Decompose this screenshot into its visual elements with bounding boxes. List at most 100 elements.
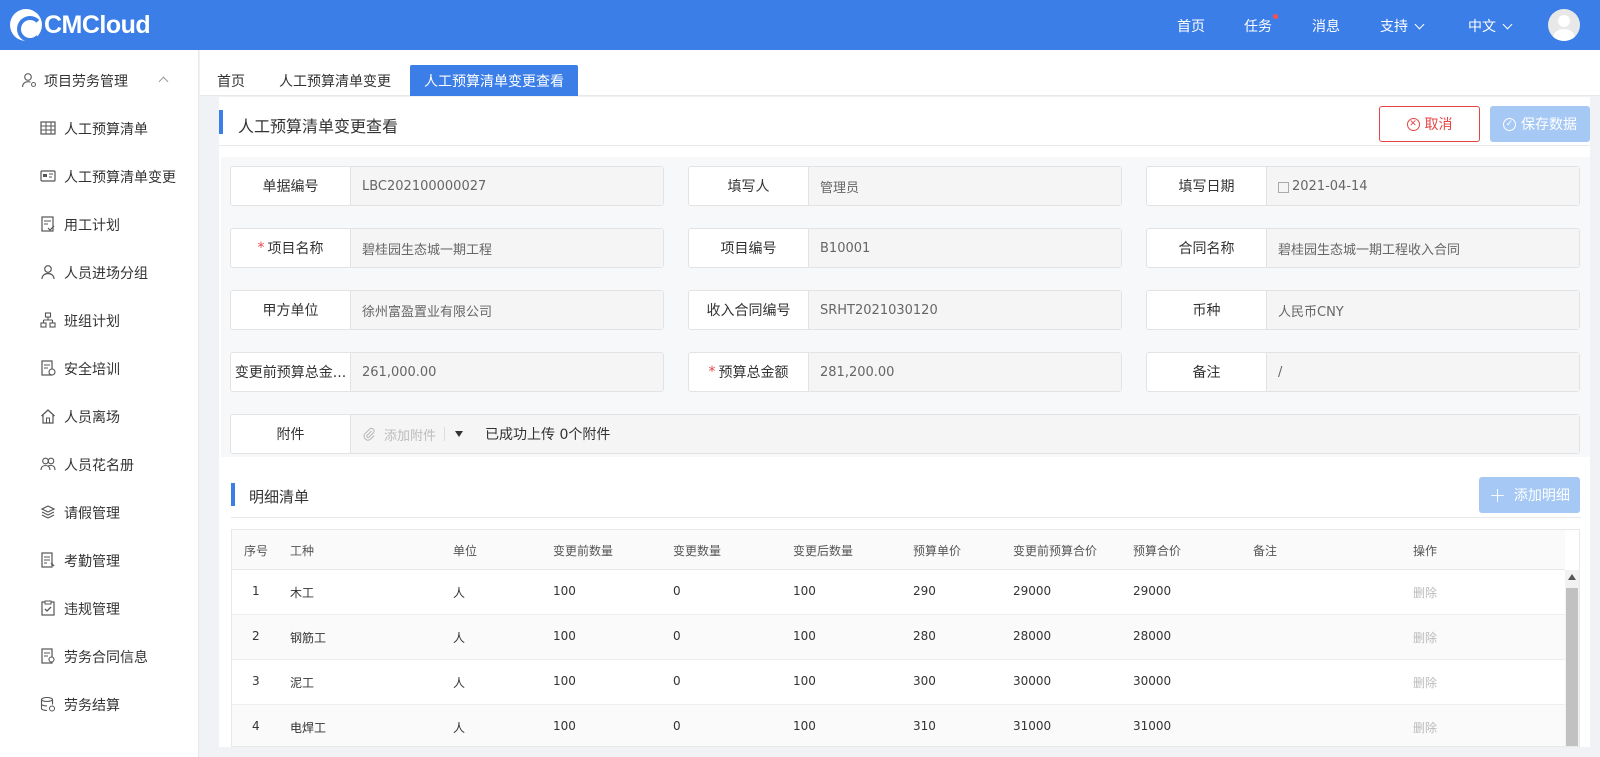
cell-prev-qty: 100	[553, 674, 576, 688]
remark-value[interactable]: /	[1267, 353, 1579, 391]
sidebar-item-entry-group[interactable]: 人员进场分组	[0, 252, 199, 292]
nav-language[interactable]: 中文	[1468, 16, 1513, 36]
date-value[interactable]: 2021-04-14	[1267, 167, 1579, 205]
writer-value[interactable]: 管理员	[809, 167, 1121, 205]
sidebar-item-attendance[interactable]: 考勤管理	[0, 540, 199, 580]
cell-price: 310	[913, 719, 936, 733]
column-header: 操作	[1413, 544, 1438, 558]
sidebar-group-label: 项目劳务管理	[44, 74, 128, 90]
sidebar-item-label: 考勤管理	[64, 554, 120, 570]
sidebar-item-label: 人工预算清单	[64, 122, 148, 138]
field-label: 变更前预算总金...	[231, 353, 351, 391]
cell-type: 泥工	[290, 676, 315, 690]
required-mark: *	[257, 240, 265, 256]
user-icon	[41, 265, 55, 280]
doc-list-icon	[41, 552, 55, 568]
add-detail-button[interactable]: + 添加明细	[1479, 477, 1580, 513]
table-row: 3 泥工 人 100 0 100 300 30000 30000 删除	[232, 660, 1565, 705]
sidebar-item-violations[interactable]: 违规管理	[0, 588, 199, 628]
section-divider	[231, 517, 1581, 518]
tab-budget-change[interactable]: 人工预算清单变更	[279, 65, 391, 96]
cell-prev-total: 28000	[1013, 629, 1052, 643]
chevron-down-icon	[1414, 19, 1425, 30]
tab-budget-change-view[interactable]: 人工预算清单变更查看	[410, 65, 578, 96]
add-attachment-label: 添加附件	[384, 428, 437, 444]
grid-icon	[40, 121, 56, 135]
budget-total-value[interactable]: 281,200.00	[809, 353, 1121, 391]
table-header: 序号 工种 单位 变更前数量 变更数量 变更后数量 预算单价 变更前预算合价 预…	[232, 530, 1565, 570]
delete-link[interactable]: 删除	[1413, 719, 1437, 736]
cell-change-qty: 0	[673, 674, 681, 688]
card-icon	[40, 170, 56, 182]
sidebar-group-labor[interactable]: 项目劳务管理	[0, 60, 199, 100]
doc-no-value[interactable]: LBC202100000027	[351, 167, 663, 205]
add-attachment-button[interactable]: 添加附件	[362, 425, 436, 444]
sidebar-item-label: 违规管理	[64, 602, 120, 618]
attachment-field: 附件 添加附件 已成功上传 0个附件	[230, 414, 1580, 454]
sidebar-item-roster[interactable]: 人员花名册	[0, 444, 199, 484]
logo-text: CMCloud	[44, 10, 151, 39]
nav-support[interactable]: 支持	[1380, 16, 1425, 36]
sidebar-item-label: 人工预算清单变更	[64, 170, 176, 186]
add-detail-label: 添加明细	[1513, 488, 1570, 504]
nav-home[interactable]: 首页	[1177, 16, 1205, 36]
field-label: 填写日期	[1147, 167, 1267, 205]
scroll-up-arrow-icon[interactable]	[1568, 574, 1576, 580]
table-row: 2 钢筋工 人 100 0 100 280 28000 28000 删除	[232, 615, 1565, 660]
layers-icon	[40, 505, 56, 519]
sidebar-item-budget-change[interactable]: 人工预算清单变更	[0, 156, 199, 196]
logo[interactable]: CMCloud	[10, 9, 151, 42]
nav-support-label: 支持	[1380, 19, 1408, 35]
contract-name-value[interactable]: 碧桂园生态城一期工程收入合同	[1267, 229, 1579, 267]
field-label: 项目编号	[689, 229, 809, 267]
section-accent	[231, 483, 235, 506]
users-icon	[40, 457, 56, 471]
paperclip-icon	[363, 427, 375, 441]
caret-down-icon[interactable]	[455, 431, 464, 437]
nav-messages[interactable]: 消息	[1312, 16, 1340, 36]
currency-value[interactable]: 人民币CNY	[1267, 291, 1579, 329]
cell-after-qty: 100	[793, 584, 816, 598]
cell-unit: 人	[453, 586, 466, 600]
sidebar-item-safety-training[interactable]: 安全培训	[0, 348, 199, 388]
sidebar-item-contract-info[interactable]: 劳务合同信息	[0, 636, 199, 676]
sidebar-item-budget-list[interactable]: 人工预算清单	[0, 108, 199, 148]
avatar[interactable]	[1548, 9, 1580, 41]
field-label: 单据编号	[231, 167, 351, 205]
sidebar-item-team-plan[interactable]: 班组计划	[0, 300, 199, 340]
clipboard-check-icon	[41, 600, 55, 616]
budget-total-field: * 预算总金额 281,200.00	[688, 352, 1122, 392]
delete-link[interactable]: 删除	[1413, 584, 1437, 601]
cell-prev-qty: 100	[553, 584, 576, 598]
project-name-value[interactable]: 碧桂园生态城一期工程	[351, 229, 663, 267]
project-no-value[interactable]: B10001	[809, 229, 1121, 267]
sidebar-item-exit[interactable]: 人员离场	[0, 396, 199, 436]
sidebar-item-label: 用工计划	[64, 218, 120, 234]
field-label: * 预算总金额	[689, 353, 809, 391]
sidebar-item-label: 劳务合同信息	[64, 650, 148, 666]
cell-unit: 人	[453, 721, 466, 735]
column-header: 变更前数量	[553, 544, 614, 558]
prev-total-value[interactable]: 261,000.00	[351, 353, 663, 391]
cell-no: 3	[252, 674, 260, 688]
tab-home[interactable]: 首页	[217, 65, 245, 96]
currency-field: 币种 人民币CNY	[1146, 290, 1580, 330]
nav-tasks[interactable]: 任务	[1244, 14, 1278, 36]
party-a-value[interactable]: 徐州富盈置业有限公司	[351, 291, 663, 329]
field-label: 合同名称	[1147, 229, 1267, 267]
cell-no: 2	[252, 629, 260, 643]
sidebar-item-settlement[interactable]: 劳务结算	[0, 684, 199, 724]
details-table: 序号 工种 单位 变更前数量 变更数量 变更后数量 预算单价 变更前预算合价 预…	[231, 529, 1580, 747]
sidebar-item-work-plan[interactable]: 用工计划	[0, 204, 199, 244]
table-scrollbar[interactable]	[1565, 570, 1579, 746]
sidebar-item-leave[interactable]: 请假管理	[0, 492, 199, 532]
save-button[interactable]: ✓ 保存数据	[1490, 106, 1590, 142]
income-contract-no-value[interactable]: SRHT2021030120	[809, 291, 1121, 329]
delete-link[interactable]: 删除	[1413, 629, 1437, 646]
field-label-text: 预算总金额	[718, 365, 789, 381]
field-label: * 项目名称	[231, 229, 351, 267]
scroll-thumb[interactable]	[1566, 588, 1578, 746]
cancel-button[interactable]: ✕ 取消	[1379, 106, 1480, 142]
delete-link[interactable]: 删除	[1413, 674, 1437, 691]
sidebar-item-label: 班组计划	[64, 314, 120, 330]
